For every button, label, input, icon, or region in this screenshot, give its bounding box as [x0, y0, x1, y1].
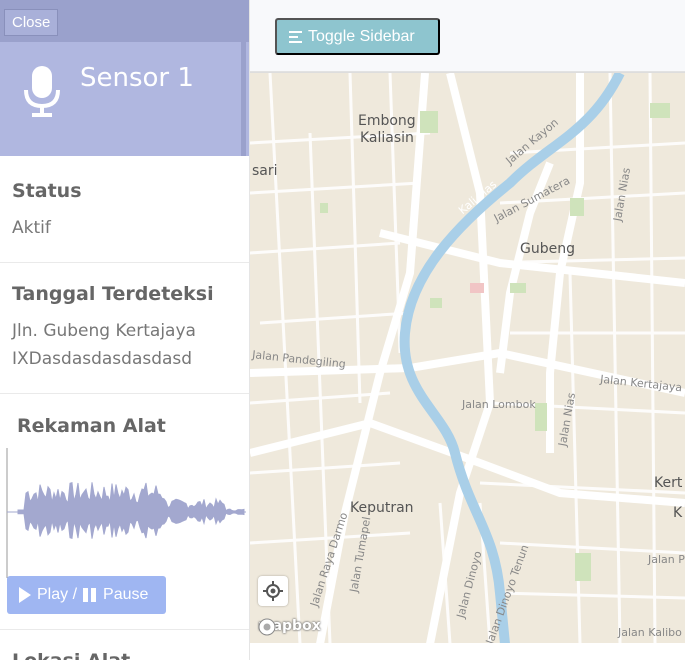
tanggal-heading: Tanggal Terdeteksi: [12, 283, 214, 305]
map-label-kaliasin: Kaliasin: [360, 130, 414, 146]
crosshair-icon: [263, 581, 283, 601]
map-label-embong: Embong: [358, 113, 416, 129]
toggle-sidebar-label: Toggle Sidebar: [308, 27, 415, 45]
toggle-sidebar-button[interactable]: Toggle Sidebar: [275, 18, 440, 55]
map-view[interactable]: Embong Kaliasin sari Gubeng Keputran Ker…: [250, 72, 685, 643]
status-heading: Status: [12, 180, 82, 202]
rekaman-heading: Rekaman Alat: [17, 415, 166, 437]
map-label-gubeng: Gubeng: [520, 241, 575, 257]
address-line-1: Jln. Gubeng Kertajaya: [12, 321, 196, 341]
lokasi-heading: Lokasi Alat: [12, 650, 130, 660]
sidebar-header: Close Sensor 1: [0, 0, 249, 156]
map-label-jalan-pa: Jalan Pa: [648, 553, 685, 566]
map-label-jalan-kalibo: Jalan Kalibo: [618, 626, 682, 639]
map-label-jalan-lombok: Jalan Lombok: [462, 398, 536, 411]
status-section: Status Aktif: [0, 156, 249, 263]
status-value: Aktif: [12, 218, 51, 238]
mapbox-mark-icon: [258, 618, 276, 636]
geolocate-button[interactable]: [258, 576, 288, 606]
top-navbar: Toggle Sidebar: [250, 0, 685, 72]
audio-waveform[interactable]: [6, 448, 246, 578]
bottom-strip: [250, 643, 685, 660]
lokasi-section: Lokasi Alat: [0, 630, 249, 660]
sidebar: Close Sensor 1 Status Aktif Tanggal Terd…: [0, 0, 250, 660]
mapbox-logo[interactable]: mapbox: [258, 618, 321, 636]
pause-label: Pause: [103, 586, 149, 603]
map-label-keputran: Keputran: [350, 500, 414, 516]
app-root: Close Sensor 1 Status Aktif Tanggal Terd…: [0, 0, 685, 660]
map-label-kert: Kert: [654, 475, 683, 491]
tanggal-section: Tanggal Terdeteksi Jln. Gubeng Kertajaya…: [0, 263, 249, 394]
microphone-icon: [24, 66, 60, 117]
play-icon: [19, 587, 31, 603]
map-label-k: K: [673, 505, 683, 521]
address-line-2: IXDasdasdasdasdasd: [12, 349, 193, 369]
play-label: Play /: [37, 586, 78, 603]
sensor-title: Sensor 1: [80, 63, 194, 93]
align-left-icon: [289, 30, 302, 43]
pause-icon: [83, 588, 97, 602]
sidebar-scrollbar[interactable]: [241, 10, 246, 156]
play-pause-button[interactable]: Play / Pause: [7, 576, 166, 614]
rekaman-section: Rekaman Alat Play / Pause: [0, 394, 249, 630]
close-button[interactable]: Close: [4, 9, 59, 36]
map-label-sari: sari: [252, 163, 278, 179]
